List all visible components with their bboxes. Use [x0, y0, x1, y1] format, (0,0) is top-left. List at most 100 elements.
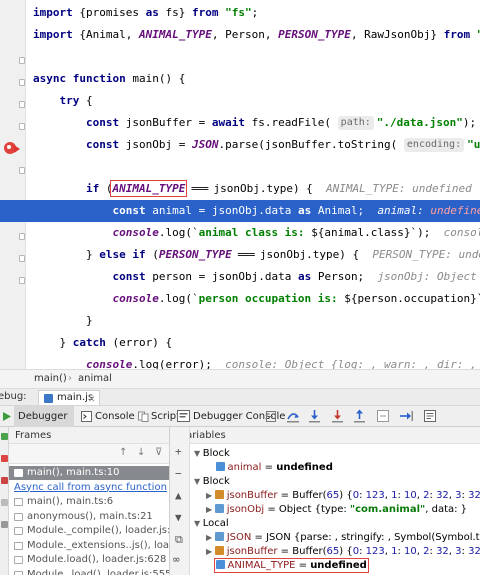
code-token: as: [145, 6, 159, 19]
tab-debugger-label: Debugger: [18, 411, 68, 422]
inline-debug-value: console: Object {log: , warn: , dir: , t…: [225, 358, 477, 369]
frame-item[interactable]: Module._compile(), loader.js:759: [9, 524, 169, 538]
remove-watch-icon[interactable]: −: [175, 467, 182, 480]
stop-icon[interactable]: [1, 455, 8, 462]
collapsed-triangle-icon[interactable]: ▶: [206, 505, 215, 514]
variable-row[interactable]: ANIMAL_TYPE = undefined: [206, 558, 369, 573]
code-text: console.log(error); console: Object {log…: [33, 354, 480, 369]
code-token: console: [112, 226, 159, 239]
code-line[interactable]: async function main() {: [0, 68, 480, 90]
code-token: const: [85, 138, 120, 151]
show-watches-icon[interactable]: ∞: [173, 553, 180, 566]
drop-frame-icon[interactable]: [376, 406, 390, 427]
resume-icon[interactable]: [1, 433, 8, 440]
code-line[interactable]: console.log(error); console: Object {log…: [0, 354, 480, 369]
variable-name: ANIMAL_TYPE: [227, 560, 296, 571]
settings-icon[interactable]: [1, 521, 8, 528]
code-token: {: [79, 94, 93, 107]
step-into-icon[interactable]: [307, 406, 321, 427]
expanded-triangle-icon[interactable]: ▼: [194, 477, 203, 486]
frame-up-icon[interactable]: ↑: [119, 447, 127, 458]
show-execution-point-icon[interactable]: [264, 406, 278, 427]
variable-row[interactable]: ▶ jsonBuffer = Buffer(65) {0: 123, 1: 10…: [206, 545, 480, 559]
tab-console-label: Console: [95, 411, 135, 422]
variable-type-icon: [214, 532, 224, 541]
code-line[interactable]: } catch (error) {: [0, 332, 480, 354]
frame-item[interactable]: Module._extensions..js(), loader.js: [9, 539, 170, 553]
async-call-link[interactable]: Async call from async function: [9, 481, 169, 495]
variable-value: Object {type: "com.animal", data: }: [278, 504, 468, 515]
breadcrumb-item-main[interactable]: main(): [34, 370, 67, 388]
evaluate-expression-icon[interactable]: [423, 406, 437, 427]
mute-breakpoints-icon[interactable]: [1, 499, 8, 506]
move-down-icon[interactable]: ▼: [175, 511, 182, 524]
variable-name: animal: [227, 462, 262, 473]
code-editor[interactable]: import {promises as fs} from "fs"; import…: [0, 0, 480, 369]
collapsed-triangle-icon[interactable]: ▶: [206, 547, 215, 556]
code-line[interactable]: const jsonBuffer = await fs.readFile( pa…: [0, 112, 480, 134]
code-line[interactable]: }: [0, 310, 480, 332]
tab-debugger-console[interactable]: Debugger Console: [177, 406, 293, 427]
frame-item[interactable]: Module.load(), loader.js:628: [9, 553, 169, 567]
code-line[interactable]: if (ANIMAL_TYPE === jsonObj.type) { ANIM…: [0, 178, 480, 200]
run-to-cursor-icon[interactable]: [399, 406, 413, 427]
variable-scope[interactable]: ▼ Local: [194, 517, 229, 531]
code-token: }: [33, 336, 73, 349]
variable-row[interactable]: ▶ jsonBuffer = Buffer(65) {0: 123, 1: 10…: [206, 489, 480, 503]
add-watch-icon[interactable]: +: [175, 445, 182, 458]
debug-session-icon: [44, 394, 53, 403]
code-token: JSON: [191, 138, 219, 151]
variable-row[interactable]: animal = undefined: [206, 461, 333, 475]
code-token: from: [443, 28, 471, 41]
expanded-triangle-icon[interactable]: ▼: [194, 519, 203, 528]
filter-icon[interactable]: ⊽: [155, 447, 162, 458]
force-step-into-icon[interactable]: [330, 406, 344, 427]
code-token: catch: [72, 336, 106, 349]
move-up-icon[interactable]: ▲: [175, 489, 182, 502]
frame-label: Module._extensions..js(), loader.js: [27, 539, 170, 551]
expanded-triangle-icon[interactable]: ▼: [194, 449, 203, 458]
tab-console[interactable]: Console: [79, 406, 135, 427]
code-line[interactable]: [0, 156, 480, 178]
frame-item[interactable]: Module._load(), loader.js:555: [9, 568, 169, 575]
collapsed-triangle-icon[interactable]: ▶: [206, 533, 215, 542]
code-line[interactable]: console.log(`person occupation is: ${per…: [0, 288, 480, 310]
code-token: .log(`: [158, 226, 199, 239]
frame-item[interactable]: main(), main.ts:6: [9, 495, 169, 509]
collapsed-triangle-icon[interactable]: ▶: [206, 491, 215, 500]
step-over-icon[interactable]: [286, 406, 300, 427]
code-line[interactable]: console.log(`animal class is: ${animal.c…: [0, 222, 480, 244]
frame-label: anonymous(), main.ts:21: [27, 510, 153, 522]
variable-row[interactable]: ▶ JSON = JSON {parse: , stringify: , Sym…: [206, 531, 480, 545]
code-line[interactable]: import {promises as fs} from "fs";: [0, 2, 480, 24]
frame-item[interactable]: anonymous(), main.ts:21: [9, 510, 169, 524]
debug-tool-tabs: Debugger Console Scripts Debugger Consol…: [0, 406, 480, 427]
code-line[interactable]: [0, 46, 480, 68]
copy-icon[interactable]: ⧉: [175, 533, 183, 547]
code-token: PERSON_TYPE: [158, 248, 232, 261]
variable-type-icon: [215, 560, 225, 569]
code-line[interactable]: import {Animal, ANIMAL_TYPE, Person, PER…: [0, 24, 480, 46]
view-breakpoints-icon[interactable]: [1, 477, 8, 484]
current-execution-line[interactable]: const animal = jsonObj.data as Animal; a…: [0, 200, 480, 222]
variable-row[interactable]: ▶ jsonObj = Object {type: "com.animal", …: [206, 503, 467, 517]
variable-equals: =: [261, 462, 277, 473]
rerun-icon[interactable]: [0, 406, 14, 427]
code-line[interactable]: const jsonObj = JSON.parse(jsonBuffer.to…: [0, 134, 480, 156]
frame-down-icon[interactable]: ↓: [137, 447, 145, 458]
step-out-icon[interactable]: [352, 406, 366, 427]
debug-titlebar: ebug: main.js ✕: [0, 389, 480, 406]
code-token: ANIMAL_TYPE: [138, 28, 212, 41]
variable-scope[interactable]: ▼ Block: [194, 447, 230, 461]
frame-item[interactable]: main(), main.ts:10: [9, 466, 169, 480]
code-token: }`);: [403, 226, 444, 239]
tab-debugger[interactable]: Debugger: [14, 406, 74, 427]
code-token: "fs": [225, 6, 252, 19]
variable-scope[interactable]: ▼ Block: [194, 475, 230, 489]
code-line[interactable]: try {: [0, 90, 480, 112]
code-line[interactable]: } else if (PERSON_TYPE === jsonObj.type)…: [0, 244, 480, 266]
code-text: } else if (PERSON_TYPE === jsonObj.type)…: [33, 244, 480, 266]
code-line[interactable]: const person = jsonObj.data as Person; j…: [0, 266, 480, 288]
breadcrumb-item-animal[interactable]: animal: [78, 370, 112, 388]
